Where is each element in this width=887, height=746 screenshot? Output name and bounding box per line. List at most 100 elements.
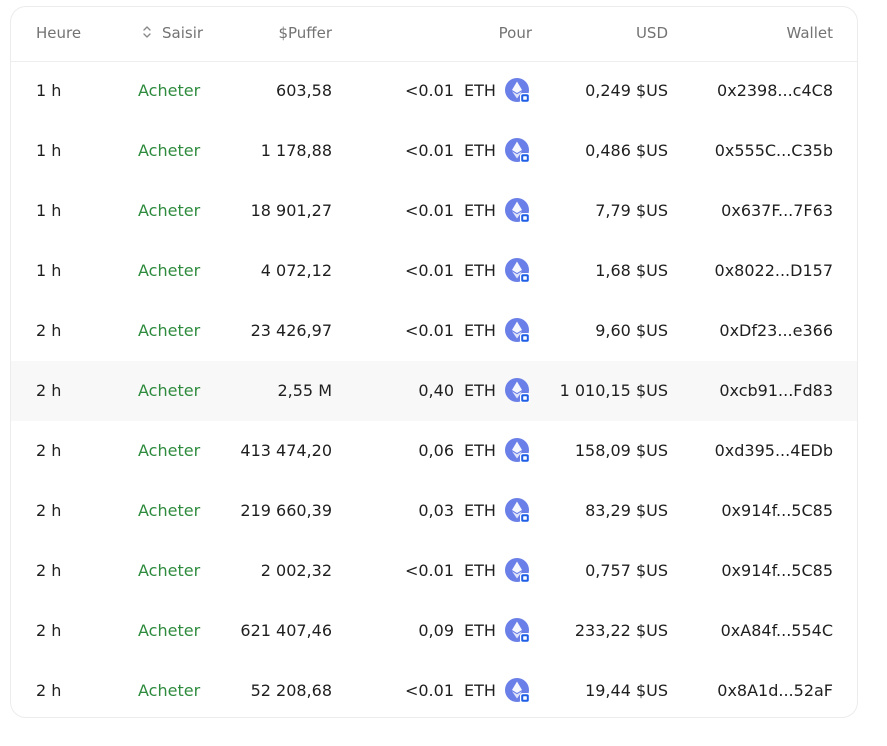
col-header-usd[interactable]: USD xyxy=(636,24,668,42)
table-body: 1 h Acheter 603,58 <0.01 ETH 0,249 $US 0… xyxy=(11,61,857,717)
amount-cell: 23 426,97 xyxy=(250,321,332,340)
wallet-link[interactable]: 0x914f...5C85 xyxy=(721,501,833,520)
ethereum-icon xyxy=(505,78,531,104)
ethereum-icon xyxy=(505,138,531,164)
token-symbol: ETH xyxy=(464,261,496,280)
table-row[interactable]: 1 h Acheter 603,58 <0.01 ETH 0,249 $US 0… xyxy=(11,61,857,121)
amount-cell: 52 208,68 xyxy=(250,681,332,700)
ethereum-icon xyxy=(505,498,531,524)
table-row[interactable]: 1 h Acheter 1 178,88 <0.01 ETH 0,486 $US… xyxy=(11,121,857,181)
col-header-wallet[interactable]: Wallet xyxy=(786,24,833,42)
token-symbol: ETH xyxy=(464,81,496,100)
ethereum-icon xyxy=(505,558,531,584)
sort-updown-icon[interactable] xyxy=(142,25,154,43)
trades-table: Heure Saisir $Puffer Pour USD Wallet 1 h… xyxy=(10,6,858,718)
amount-cell: 603,58 xyxy=(276,81,332,100)
amount-cell: 2 002,32 xyxy=(260,561,332,580)
type-cell: Acheter xyxy=(138,261,201,280)
pour-cell: 0,06 xyxy=(418,441,454,460)
time-cell: 1 h xyxy=(36,261,62,280)
usd-cell: 0,757 $US xyxy=(585,561,668,580)
token-symbol: ETH xyxy=(464,621,496,640)
col-header-time[interactable]: Heure xyxy=(36,24,81,42)
wallet-link[interactable]: 0xcb91...Fd83 xyxy=(719,381,833,400)
pour-cell: <0.01 xyxy=(404,261,454,280)
token-symbol: ETH xyxy=(464,501,496,520)
amount-cell: 18 901,27 xyxy=(250,201,332,220)
type-cell: Acheter xyxy=(138,561,201,580)
table-row-hovered[interactable]: 2 h Acheter 2,55 M 0,40 ETH 1 010,15 $US… xyxy=(11,361,857,421)
wallet-link[interactable]: 0xA84f...554C xyxy=(721,621,833,640)
type-cell: Acheter xyxy=(138,81,201,100)
table-row[interactable]: 1 h Acheter 18 901,27 <0.01 ETH 7,79 $US… xyxy=(11,181,857,241)
type-cell: Acheter xyxy=(138,381,201,400)
type-cell: Acheter xyxy=(138,321,201,340)
wallet-link[interactable]: 0xd395...4EDb xyxy=(715,441,833,460)
token-symbol: ETH xyxy=(464,681,496,700)
type-cell: Acheter xyxy=(138,501,201,520)
table-row[interactable]: 2 h Acheter 219 660,39 0,03 ETH 83,29 $U… xyxy=(11,481,857,541)
usd-cell: 233,22 $US xyxy=(574,621,668,640)
pour-cell: 0,40 xyxy=(418,381,454,400)
usd-cell: 1,68 $US xyxy=(595,261,668,280)
ethereum-icon xyxy=(505,378,531,404)
pour-cell: <0.01 xyxy=(404,141,454,160)
token-symbol: ETH xyxy=(464,321,496,340)
time-cell: 2 h xyxy=(36,561,62,580)
token-symbol: ETH xyxy=(464,141,496,160)
time-cell: 1 h xyxy=(36,141,62,160)
usd-cell: 7,79 $US xyxy=(595,201,668,220)
wallet-link[interactable]: 0x2398...c4C8 xyxy=(717,81,833,100)
table-row[interactable]: 1 h Acheter 4 072,12 <0.01 ETH 1,68 $US … xyxy=(11,241,857,301)
table-row[interactable]: 2 h Acheter 413 474,20 0,06 ETH 158,09 $… xyxy=(11,421,857,481)
pour-cell: <0.01 xyxy=(404,81,454,100)
time-cell: 2 h xyxy=(36,321,62,340)
type-cell: Acheter xyxy=(138,621,201,640)
table-header: Heure Saisir $Puffer Pour USD Wallet xyxy=(11,7,857,62)
pour-cell: 0,09 xyxy=(418,621,454,640)
table-row[interactable]: 2 h Acheter 2 002,32 <0.01 ETH 0,757 $US… xyxy=(11,541,857,601)
col-header-amount[interactable]: $Puffer xyxy=(278,24,332,42)
time-cell: 2 h xyxy=(36,501,62,520)
token-symbol: ETH xyxy=(464,201,496,220)
wallet-link[interactable]: 0x914f...5C85 xyxy=(721,561,833,580)
type-cell: Acheter xyxy=(138,201,201,220)
col-header-type[interactable]: Saisir xyxy=(142,24,203,43)
time-cell: 2 h xyxy=(36,681,62,700)
usd-cell: 0,486 $US xyxy=(585,141,668,160)
ethereum-icon xyxy=(505,678,531,704)
table-row[interactable]: 2 h Acheter 621 407,46 0,09 ETH 233,22 $… xyxy=(11,601,857,661)
time-cell: 1 h xyxy=(36,81,62,100)
amount-cell: 413 474,20 xyxy=(240,441,332,460)
ethereum-icon xyxy=(505,318,531,344)
time-cell: 1 h xyxy=(36,201,62,220)
wallet-link[interactable]: 0x555C...C35b xyxy=(715,141,833,160)
token-symbol: ETH xyxy=(464,441,496,460)
table-row[interactable]: 2 h Acheter 23 426,97 <0.01 ETH 9,60 $US… xyxy=(11,301,857,361)
col-header-pour[interactable]: Pour xyxy=(499,24,532,42)
amount-cell: 2,55 M xyxy=(277,381,332,400)
token-symbol: ETH xyxy=(464,561,496,580)
pour-cell: <0.01 xyxy=(404,561,454,580)
ethereum-icon xyxy=(505,198,531,224)
table-row[interactable]: 2 h Acheter 52 208,68 <0.01 ETH 19,44 $U… xyxy=(11,661,857,717)
pour-cell: <0.01 xyxy=(404,681,454,700)
wallet-link[interactable]: 0x8022...D157 xyxy=(715,261,833,280)
ethereum-icon xyxy=(505,438,531,464)
type-cell: Acheter xyxy=(138,681,201,700)
time-cell: 2 h xyxy=(36,441,62,460)
ethereum-icon xyxy=(505,258,531,284)
usd-cell: 83,29 $US xyxy=(585,501,668,520)
pour-cell: <0.01 xyxy=(404,321,454,340)
wallet-link[interactable]: 0xDf23...e366 xyxy=(719,321,833,340)
amount-cell: 4 072,12 xyxy=(260,261,332,280)
amount-cell: 1 178,88 xyxy=(260,141,332,160)
pour-cell: 0,03 xyxy=(418,501,454,520)
pour-cell: <0.01 xyxy=(404,201,454,220)
amount-cell: 219 660,39 xyxy=(240,501,332,520)
wallet-link[interactable]: 0x637F...7F63 xyxy=(721,201,833,220)
ethereum-icon xyxy=(505,618,531,644)
token-symbol: ETH xyxy=(464,381,496,400)
wallet-link[interactable]: 0x8A1d...52aF xyxy=(717,681,833,700)
usd-cell: 158,09 $US xyxy=(574,441,668,460)
